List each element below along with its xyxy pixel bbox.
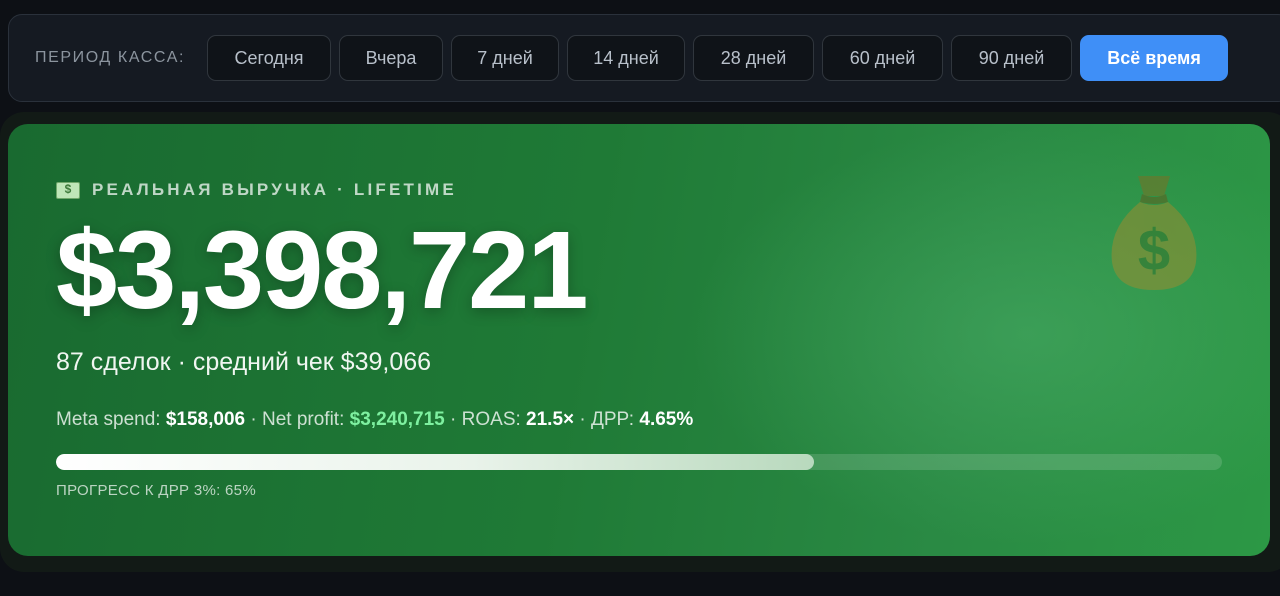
metrics-separator: · (250, 409, 257, 430)
money-bag-icon: $ (1111, 176, 1197, 290)
period-28-days-button[interactable]: 28 дней (693, 35, 815, 81)
period-all-time-button[interactable]: Всё время (1080, 35, 1229, 81)
metrics-separator: · (450, 409, 457, 430)
period-filter-bar: ПЕРИОД КАССА: Сегодня Вчера 7 дней 14 дн… (8, 14, 1280, 102)
metrics-separator: · (579, 409, 586, 430)
roas-value: 21.5× (526, 409, 575, 430)
net-profit-value: $3,240,715 (349, 409, 445, 430)
revenue-card: РЕАЛЬНАЯ ВЫРУЧКА · LIFETIME $ $3,398,721… (8, 124, 1270, 556)
period-yesterday-button[interactable]: Вчера (339, 35, 444, 81)
period-90-days-button[interactable]: 90 дней (951, 35, 1073, 81)
deals-summary: 87 сделок · средний чек $39,066 (56, 348, 432, 376)
drr-value: 4.65% (639, 409, 694, 430)
period-label: ПЕРИОД КАССА: (35, 49, 186, 66)
revenue-card-title: РЕАЛЬНАЯ ВЫРУЧКА · LIFETIME (56, 180, 457, 200)
revenue-title-text: РЕАЛЬНАЯ ВЫРУЧКА · LIFETIME (92, 180, 457, 199)
period-60-days-button[interactable]: 60 дней (822, 35, 944, 81)
revenue-total-value: $3,398,721 (56, 209, 589, 332)
metrics-line: Meta spend: $158,006 · Net profit: $3,24… (56, 409, 693, 431)
period-14-days-button[interactable]: 14 дней (567, 35, 686, 81)
drr-progress-bar (56, 454, 1222, 470)
roas-label: ROAS: (461, 409, 521, 430)
meta-spend-label: Meta spend: (56, 409, 161, 430)
drr-label: ДРР: (591, 409, 635, 430)
drr-progress-label: ПРОГРЕСС К ДРР 3%: 65% (56, 482, 256, 499)
period-7-days-button[interactable]: 7 дней (451, 35, 560, 81)
meta-spend-value: $158,006 (165, 409, 246, 430)
dollar-bill-icon (56, 181, 80, 199)
net-profit-label: Net profit: (262, 409, 345, 430)
period-today-button[interactable]: Сегодня (207, 35, 332, 81)
svg-text:$: $ (1138, 218, 1170, 283)
drr-progress-fill (56, 454, 814, 470)
